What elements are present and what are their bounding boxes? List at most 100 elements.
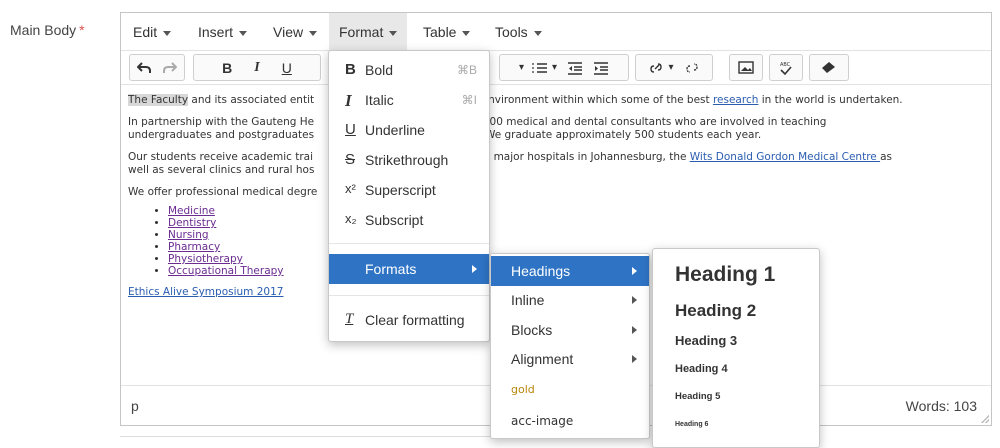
resize-handle-icon[interactable] xyxy=(981,415,989,423)
italic-menu-item[interactable]: I Italic ⌘I xyxy=(329,85,489,115)
research-link[interactable]: research xyxy=(713,94,758,106)
paragraph-1: The Faculty and its associated entit bran… xyxy=(128,94,984,107)
undo-icon[interactable] xyxy=(137,61,151,74)
headings-menu-item[interactable]: Headings xyxy=(491,256,649,286)
italic-label: Italic xyxy=(365,92,394,108)
menu-table[interactable]: Table xyxy=(413,13,480,51)
blocks-label: Blocks xyxy=(511,322,553,338)
menu-view[interactable]: View xyxy=(263,13,327,51)
heading-5-item[interactable]: Heading 5 xyxy=(675,391,720,402)
strikethrough-icon: S xyxy=(345,151,356,168)
menu-divider xyxy=(329,243,489,244)
element-path[interactable]: p xyxy=(131,398,139,414)
image-icon xyxy=(738,61,754,74)
strikethrough-menu-item[interactable]: S Strikethrough xyxy=(329,145,489,175)
italic-icon[interactable]: I xyxy=(254,60,259,76)
acc-image-menu-item[interactable]: acc-image xyxy=(491,407,649,437)
paragraph-2-line2-a: undergraduates and postgraduates xyxy=(128,129,315,141)
heading-6-item[interactable]: Heading 6 xyxy=(675,421,708,428)
clear-formatting-label: Clear formatting xyxy=(365,312,465,328)
menu-insert[interactable]: Insert xyxy=(188,13,257,51)
outdent-icon[interactable] xyxy=(567,61,583,75)
inline-menu-item[interactable]: Inline xyxy=(491,285,649,315)
degree-link[interactable]: Dentistry xyxy=(168,217,216,229)
medical-centre-link[interactable]: Wits Donald Gordon Medical Centre xyxy=(690,151,880,163)
menu-format[interactable]: Format xyxy=(329,13,408,51)
degree-link[interactable]: Occupational Therapy xyxy=(168,265,284,277)
heading-4-item[interactable]: Heading 4 xyxy=(675,363,728,375)
menu-edit-label: Edit xyxy=(133,24,158,40)
indent-icon[interactable] xyxy=(593,61,609,75)
paragraph-3-line1-a: Our students receive academic trai xyxy=(128,151,314,163)
menu-tools-label: Tools xyxy=(495,24,528,40)
list-item: Dentistry xyxy=(168,217,984,229)
chevron-down-icon xyxy=(533,30,542,36)
menu-edit[interactable]: Edit xyxy=(123,13,181,51)
headings-label: Headings xyxy=(511,263,571,279)
ethics-link[interactable]: Ethics Alive Symposium 2017 xyxy=(128,286,283,298)
required-mark: * xyxy=(79,22,85,38)
chevron-down-icon[interactable]: ▾ xyxy=(552,62,557,73)
paragraph-4: We offer professional medical degre xyxy=(128,186,984,199)
link-group: ▾ xyxy=(635,54,713,81)
italic-shortcut: ⌘I xyxy=(461,93,477,107)
paragraph-3-cont: well as several clinics and rural hos xyxy=(128,164,984,177)
bold-icon[interactable]: B xyxy=(222,60,232,76)
degree-link[interactable]: Nursing xyxy=(168,229,209,241)
headings-submenu: Heading 1 Heading 2 Heading 3 Heading 4 … xyxy=(652,248,820,448)
subscript-label: Subscript xyxy=(365,212,424,228)
spellcheck-button[interactable]: ABC xyxy=(769,54,803,81)
chevron-down-icon[interactable]: ▾ xyxy=(519,62,524,73)
clear-formatting-menu-item[interactable]: T Clear formatting xyxy=(329,305,489,335)
paragraph-4-text: We offer professional medical degre xyxy=(128,186,318,198)
superscript-menu-item[interactable]: x² Superscript xyxy=(329,175,489,205)
editor-menubar: Edit Insert View Format Table Tools xyxy=(121,13,991,51)
menu-insert-label: Insert xyxy=(198,24,234,40)
chevron-right-icon xyxy=(632,296,637,304)
menu-view-label: View xyxy=(273,24,304,40)
bold-label: Bold xyxy=(365,62,394,78)
gold-menu-item[interactable]: gold xyxy=(491,376,649,406)
bold-menu-item[interactable]: B Bold ⌘B xyxy=(329,55,489,85)
paragraph-2: In partnership with the Gauteng He over 8… xyxy=(128,116,984,129)
highlighted-text: The Faculty xyxy=(128,94,189,106)
list-item: Nursing xyxy=(168,229,984,241)
subscript-menu-item[interactable]: x₂ Subscript xyxy=(329,205,489,235)
underline-icon: U xyxy=(345,121,356,138)
unlink-icon[interactable] xyxy=(684,60,700,76)
spellcheck-icon: ABC xyxy=(778,60,794,76)
blocks-menu-item[interactable]: Blocks xyxy=(491,315,649,345)
bold-shortcut: ⌘B xyxy=(456,63,477,77)
underline-menu-item[interactable]: U Underline xyxy=(329,115,489,145)
heading-3-item[interactable]: Heading 3 xyxy=(675,333,737,348)
menu-tools[interactable]: Tools xyxy=(485,13,552,51)
image-button[interactable] xyxy=(729,54,763,81)
alignment-menu-item[interactable]: Alignment xyxy=(491,344,649,374)
underline-icon[interactable]: U xyxy=(282,60,292,76)
format-menu: B Bold ⌘B I Italic ⌘I U Underline S Stri… xyxy=(328,50,490,342)
redo-icon[interactable] xyxy=(163,61,177,74)
eraser-button[interactable] xyxy=(809,54,849,81)
numbered-list-icon[interactable] xyxy=(532,61,548,75)
degree-link[interactable]: Medicine xyxy=(168,205,215,217)
paragraph-2-line1-a: In partnership with the Gauteng He xyxy=(128,116,315,128)
superscript-icon: x² xyxy=(345,181,356,196)
text-style-group: B I U xyxy=(193,54,321,81)
italic-icon: I xyxy=(345,91,352,110)
word-count: Words: 103 xyxy=(905,398,977,414)
link-icon[interactable] xyxy=(648,60,664,76)
chevron-down-icon xyxy=(462,30,471,36)
subscript-icon: x₂ xyxy=(345,211,357,226)
editor-toolbar: B I U ▾ ▾ ▾ ABC xyxy=(121,51,991,85)
degree-link[interactable]: Pharmacy xyxy=(168,241,220,253)
chevron-right-icon xyxy=(472,265,477,273)
paragraph-2-line2-b: mes. We graduate approximately 500 stude… xyxy=(456,129,762,141)
formats-menu-item[interactable]: Formats xyxy=(329,254,489,284)
heading-1-item[interactable]: Heading 1 xyxy=(675,263,775,287)
acc-image-label: acc-image xyxy=(511,414,574,428)
paragraph-1-text-a: and its associated entit xyxy=(188,94,315,106)
heading-2-item[interactable]: Heading 2 xyxy=(675,301,756,321)
degree-link[interactable]: Physiotherapy xyxy=(168,253,243,265)
chevron-down-icon[interactable]: ▾ xyxy=(668,62,673,73)
paragraph-3: Our students receive academic trai in fiv… xyxy=(128,151,984,164)
